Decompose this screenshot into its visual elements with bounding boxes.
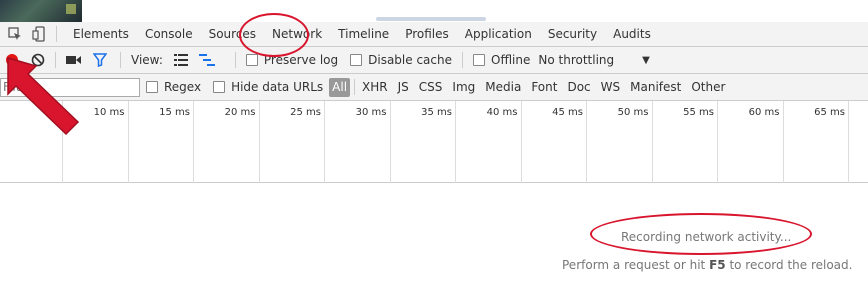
inspect-element-icon[interactable]	[6, 25, 24, 43]
checkbox-box[interactable]	[146, 81, 158, 93]
hint-text-after: to record the reload.	[725, 258, 853, 272]
tab-profiles[interactable]: Profiles	[397, 22, 457, 47]
reload-hint: Perform a request or hit F5 to record th…	[562, 258, 852, 272]
hide-data-urls-checkbox[interactable]: Hide data URLs	[213, 80, 323, 94]
hint-key: F5	[709, 258, 726, 272]
timeline-tick-label: 20 ms	[224, 107, 256, 118]
checkbox-box[interactable]	[245, 54, 258, 66]
timeline-tick-label: 35 ms	[421, 107, 452, 118]
timeline-gridline	[324, 101, 325, 183]
type-filter-js[interactable]: JS	[393, 78, 414, 97]
tab-audits[interactable]: Audits	[605, 22, 659, 47]
type-filter-xhr[interactable]: XHR	[357, 78, 393, 97]
page-thumbnail	[0, 0, 82, 22]
device-toolbar-icon[interactable]	[30, 25, 48, 43]
timeline-tick-label: 45 ms	[552, 107, 583, 118]
tab-timeline[interactable]: Timeline	[330, 22, 397, 47]
devtools-tabbar: Elements Console Sources Network Timelin…	[0, 22, 868, 47]
dropdown-arrow-icon: ▼	[642, 54, 650, 66]
timeline-tick-label: 60 ms	[748, 107, 780, 118]
timeline-tick-label: 55 ms	[683, 107, 714, 118]
type-filter-other[interactable]: Other	[686, 78, 730, 97]
tab-elements[interactable]: Elements	[65, 22, 137, 47]
checkbox-box[interactable]	[350, 54, 363, 66]
type-filter-ws[interactable]: WS	[596, 78, 625, 97]
type-filter-font[interactable]: Font	[526, 78, 562, 97]
timeline-gridline	[127, 101, 129, 183]
filter-bar: Regex Hide data URLs All XHR JS CSS Img …	[0, 74, 868, 101]
timeline-tick-label: 65 ms	[814, 107, 845, 118]
view-label: View:	[131, 53, 163, 67]
timeline-gridline	[586, 101, 587, 183]
offline-label: Offline	[491, 53, 531, 67]
page-peek	[0, 0, 868, 22]
regex-checkbox[interactable]: Regex	[146, 80, 201, 94]
timeline-tick-label: 30 ms	[355, 107, 387, 118]
disable-cache-checkbox[interactable]: Disable cache	[350, 53, 452, 67]
timeline-tick-label: 25 ms	[290, 107, 321, 118]
large-rows-icon[interactable]	[173, 53, 189, 67]
filter-icon[interactable]	[92, 53, 108, 67]
regex-label: Regex	[164, 80, 202, 94]
throttling-select[interactable]: No throttling ▼	[538, 53, 649, 67]
timeline-gridline	[717, 101, 718, 183]
overview-waterfall-icon[interactable]	[198, 53, 215, 67]
toolbar-divider	[120, 52, 121, 68]
throttling-value: No throttling	[538, 53, 615, 67]
type-filter-all[interactable]: All	[329, 77, 351, 97]
tab-security[interactable]: Security	[540, 22, 605, 47]
timeline-gridline	[389, 101, 391, 183]
timeline-gridline	[455, 101, 456, 183]
timeline-overview[interactable]: 510 ms15 ms20 ms25 ms30 ms35 ms40 ms45 m…	[0, 101, 868, 183]
timeline-gridline	[782, 101, 784, 183]
annotation-arrow-icon	[7, 57, 80, 136]
checkbox-box[interactable]	[473, 54, 485, 66]
annotation-ellipse-recording	[590, 213, 812, 255]
timeline-gridline	[520, 101, 522, 183]
type-filter-media[interactable]: Media	[480, 78, 526, 97]
type-filter-css[interactable]: CSS	[414, 78, 448, 97]
checkbox-box[interactable]	[213, 81, 226, 93]
tab-console[interactable]: Console	[137, 22, 201, 47]
hide-data-urls-label: Hide data URLs	[231, 80, 324, 94]
timeline-tick-label: 15 ms	[159, 107, 190, 118]
type-filter-img[interactable]: Img	[447, 78, 480, 97]
disable-cache-label: Disable cache	[368, 53, 452, 67]
timeline-tick-label: 50 ms	[617, 107, 649, 118]
hint-text-before: Perform a request or hit	[562, 258, 710, 272]
timeline-gridline	[848, 101, 849, 183]
timeline-gridline	[651, 101, 653, 183]
timeline-tick-label: 40 ms	[486, 107, 518, 118]
annotation-ellipse-network-tab	[239, 13, 309, 57]
type-filter-manifest[interactable]: Manifest	[625, 78, 686, 97]
timeline-gridline	[258, 101, 260, 183]
type-filter-doc[interactable]: Doc	[562, 78, 595, 97]
tab-application[interactable]: Application	[457, 22, 540, 47]
tabbar-divider	[56, 26, 57, 42]
filter-divider	[354, 79, 356, 95]
timeline-gridline	[193, 101, 194, 183]
toolbar-divider	[462, 52, 463, 68]
page-blurred-text	[376, 17, 486, 21]
toolbar-divider	[234, 52, 236, 68]
offline-checkbox[interactable]: Offline	[473, 53, 530, 67]
network-toolbar: View: Preserve log Disable cache Offline…	[0, 47, 868, 74]
